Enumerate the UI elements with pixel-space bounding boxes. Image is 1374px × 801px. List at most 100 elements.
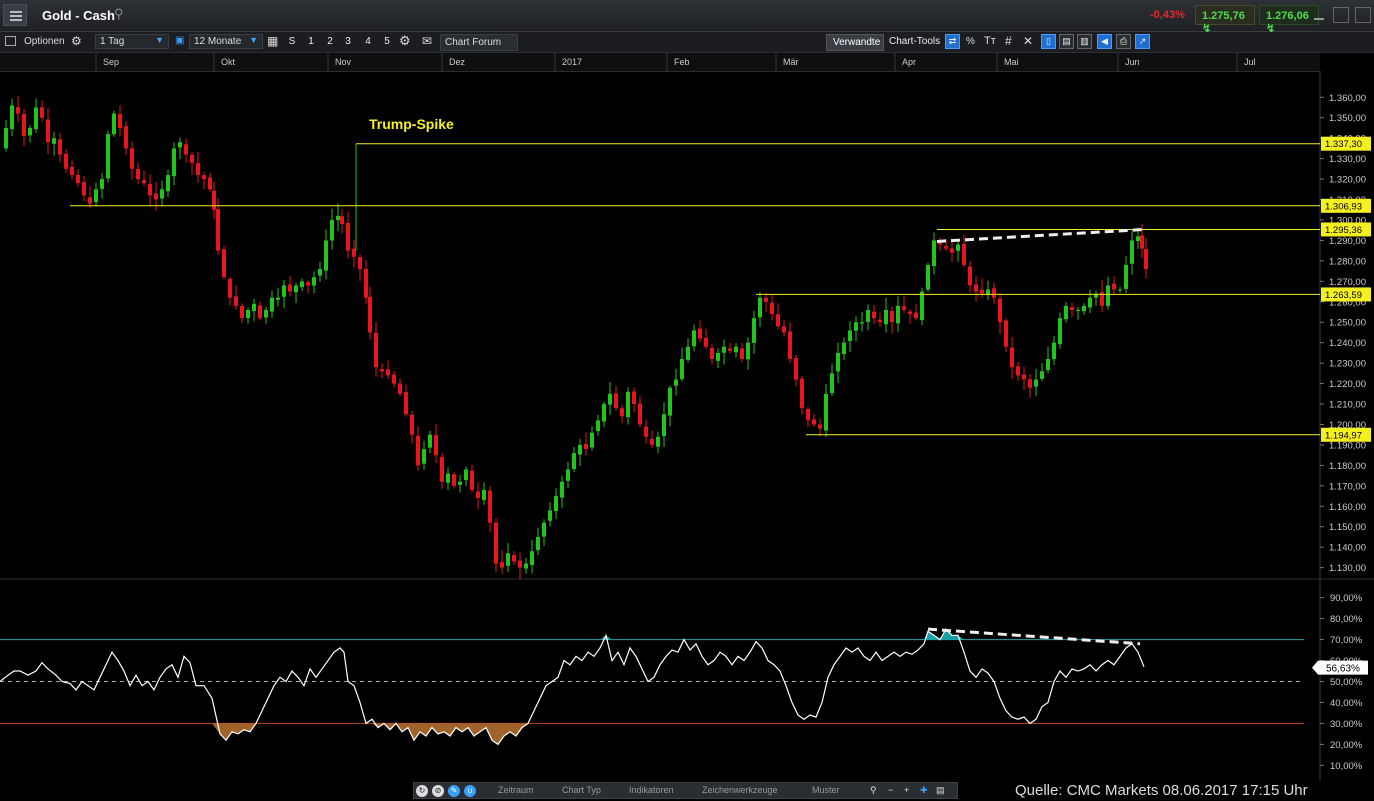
sell-price-button[interactable]: 1.275,76 ↯ xyxy=(1195,5,1255,35)
preset-5[interactable]: 5 xyxy=(380,36,394,47)
candle-body xyxy=(662,414,666,437)
candle-body xyxy=(434,435,438,456)
no-icon[interactable]: ⊘ xyxy=(432,785,444,797)
layout-icon[interactable]: ▥ xyxy=(1077,34,1092,49)
grid-icon[interactable]: # xyxy=(1005,34,1012,48)
price-tick-label: 1.170,00 xyxy=(1329,481,1366,492)
candle-body xyxy=(1040,371,1044,379)
candle-body xyxy=(294,285,298,293)
options-label[interactable]: Optionen xyxy=(24,36,65,47)
preset-3[interactable]: 3 xyxy=(341,36,355,47)
candle-body xyxy=(196,162,200,175)
settings-gear-icon[interactable]: ⚙ xyxy=(399,33,411,49)
candle-body xyxy=(288,284,292,292)
price-tick-label: 1.180,00 xyxy=(1329,461,1366,472)
candle-body xyxy=(40,107,44,118)
percent-toggle[interactable]: % xyxy=(966,36,975,47)
chart-forum-button[interactable]: Chart Forum xyxy=(440,34,518,51)
candle-body xyxy=(1046,359,1050,371)
zoom-in-icon[interactable]: + xyxy=(904,785,909,795)
rsi-tick-label: 30,00% xyxy=(1330,719,1363,730)
close-icon[interactable] xyxy=(1355,7,1371,23)
print-icon[interactable]: ⎙ xyxy=(1116,34,1131,49)
zoom-search-icon[interactable]: ⚲ xyxy=(870,785,877,796)
buy-price-button[interactable]: 1.276,06 ↯ xyxy=(1259,5,1319,35)
candle-body xyxy=(428,434,432,448)
menu-icon[interactable] xyxy=(3,4,27,26)
candle-body xyxy=(416,435,420,466)
instrument-title: Gold - Cash xyxy=(42,8,115,23)
candle-body xyxy=(228,278,232,298)
pencil-icon[interactable]: ✎ xyxy=(448,785,460,797)
candle-body xyxy=(830,373,834,393)
minimize-icon[interactable] xyxy=(1311,7,1327,23)
candle-body xyxy=(536,536,540,551)
candle-body xyxy=(668,387,672,416)
candle-body xyxy=(276,297,280,300)
horizontal-levels[interactable]: 1.337,30 1.306,93 1.295,36 1.263,59 1.194,97 xyxy=(70,136,1371,442)
chevron-down-icon: ▼ xyxy=(155,35,164,45)
price-tick-label: 1.190,00 xyxy=(1329,440,1366,451)
preset-1[interactable]: 1 xyxy=(304,36,318,47)
text-tool-icon[interactable]: Tт xyxy=(984,35,996,47)
range-icon[interactable]: ▤ xyxy=(936,785,945,796)
lock-icon[interactable]: ▣ xyxy=(175,35,184,46)
cursor-tool-icon[interactable]: ⇄ xyxy=(945,34,960,49)
candle-body xyxy=(358,257,362,270)
candle-body xyxy=(692,330,696,347)
month-label: 2017 xyxy=(562,57,582,67)
zoom-out-icon[interactable]: − xyxy=(888,785,893,795)
price-tick-label: 1.210,00 xyxy=(1329,400,1366,411)
chat-icon[interactable]: ✉ xyxy=(422,34,432,48)
refresh-icon[interactable]: ↻ xyxy=(416,785,428,797)
candle-body xyxy=(914,312,918,319)
candle-body xyxy=(208,177,212,190)
candle-body xyxy=(1144,249,1148,270)
tab-chart-typ[interactable]: Chart Typ xyxy=(562,785,601,795)
label-icon[interactable]: ◀ xyxy=(1097,34,1112,49)
candle-body xyxy=(1034,379,1038,387)
candle-body xyxy=(596,420,600,432)
share-icon[interactable]: ↗ xyxy=(1135,34,1150,49)
interval-select[interactable]: 1 Tag ▼ xyxy=(95,34,169,49)
candlestick-series xyxy=(4,96,1148,580)
tab-zeitraum[interactable]: Zeitraum xyxy=(498,785,534,795)
preset-4[interactable]: 4 xyxy=(361,36,375,47)
candle-body xyxy=(500,561,504,568)
chart-canvas[interactable]: Sep Okt Nov Dez 2017 Feb Mär Apr Mai Jun Jul 1.360… xyxy=(0,53,1374,781)
gear-icon[interactable]: ⚙ xyxy=(71,34,82,48)
magnet-icon[interactable]: ∪ xyxy=(464,785,476,797)
candle-body xyxy=(542,522,546,537)
candle-body xyxy=(578,444,582,455)
fit-icon[interactable]: ✚ xyxy=(920,785,928,796)
candle-body xyxy=(4,127,8,149)
range-select[interactable]: 12 Monate ▼ xyxy=(189,34,263,49)
preset-2[interactable]: 2 xyxy=(323,36,337,47)
candle-body xyxy=(872,311,876,319)
candles-icon[interactable]: ▯ xyxy=(1041,34,1056,49)
candle-body xyxy=(452,474,456,486)
detach-icon[interactable] xyxy=(1333,7,1349,23)
price-trendline[interactable] xyxy=(936,227,1147,243)
options-icon[interactable] xyxy=(5,36,16,46)
tab-zeichenwerkzeuge[interactable]: Zeichenwerkzeuge xyxy=(702,785,778,795)
candle-body xyxy=(352,248,356,257)
candle-body xyxy=(608,393,612,405)
tab-indikatoren[interactable]: Indikatoren xyxy=(629,785,674,795)
search-icon[interactable]: ⚲ xyxy=(114,6,124,22)
candle-body xyxy=(190,154,194,163)
candle-body xyxy=(890,310,894,323)
level-label: 1.263,59 xyxy=(1325,290,1362,301)
chevron-down-icon: ▼ xyxy=(249,35,258,45)
preset-s[interactable]: S xyxy=(285,36,299,47)
candle-body xyxy=(1088,297,1092,308)
calendar-icon[interactable]: ▦ xyxy=(267,34,278,48)
related-button[interactable]: Verwandte xyxy=(826,34,884,51)
range-value: 12 Monate xyxy=(194,36,242,47)
candle-body xyxy=(644,426,648,437)
compare-icon[interactable]: ▤ xyxy=(1059,34,1074,49)
crosshair-icon[interactable]: ✕ xyxy=(1023,34,1033,48)
tab-muster[interactable]: Muster xyxy=(812,785,840,795)
candle-body xyxy=(590,432,594,448)
candle-body xyxy=(1010,347,1014,368)
